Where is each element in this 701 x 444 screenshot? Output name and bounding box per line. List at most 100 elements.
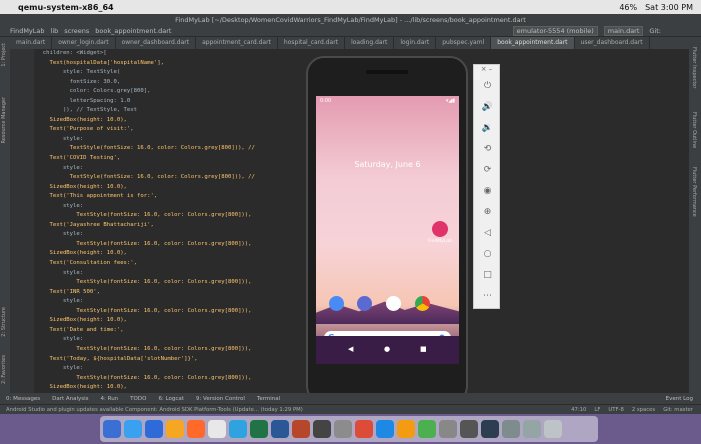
tab-hospital-card[interactable]: hospital_card.dart [278,37,346,49]
device-selector[interactable]: emulator-5554 (mobile) [512,25,598,36]
dock-app-icon[interactable] [460,420,478,438]
dock-app-icon[interactable] [334,420,352,438]
run-config-selector[interactable]: main.dart [603,25,644,36]
tab-owner-dashboard[interactable]: owner_dashboard.dart [116,37,197,49]
findmylab-app-icon[interactable] [432,221,448,237]
tab-pubspec[interactable]: pubspec.yaml [436,37,492,49]
code-line[interactable]: Text('This appointment is for:', [36,192,336,202]
nav-lib[interactable]: lib [51,27,59,35]
dock-app-icon[interactable] [439,420,457,438]
volume-up-icon[interactable]: 🔊 [474,96,501,117]
code-line[interactable]: TextStyle(fontSize: 16.0, color: Colors.… [36,173,336,183]
rotate-left-icon[interactable]: ⟲ [474,138,501,159]
tab-loading[interactable]: loading.dart [345,37,395,49]
dock-app-icon[interactable] [355,420,373,438]
code-line[interactable]: Text('Consultation fees:', [36,259,336,269]
git-branch[interactable]: Git: master [663,407,693,413]
overview-icon[interactable]: ■ [420,345,427,353]
tool-version-control[interactable]: 9: Version Control [196,396,245,402]
code-line[interactable]: TextStyle(fontSize: 16.0, color: Colors.… [36,240,336,250]
back-triangle-icon[interactable]: ◁ [474,222,501,243]
code-line[interactable]: TextStyle(fontSize: 16.0, color: Colors.… [36,307,336,317]
dock-app-icon[interactable] [187,420,205,438]
power-icon[interactable]: ⏻ [474,75,501,96]
dock-app-icon[interactable] [418,420,436,438]
nav-project[interactable]: FindMyLab [10,27,45,35]
code-line[interactable]: TextStyle(fontSize: 16.0, color: Colors.… [36,374,336,384]
code-line[interactable]: SizedBox(height: 10.0), [36,116,336,126]
volume-down-icon[interactable]: 🔉 [474,117,501,138]
dock-app-icon[interactable] [271,420,289,438]
tool-flutter-inspector[interactable]: Flutter Inspector [691,47,697,88]
dock-app-icon[interactable] [103,420,121,438]
dock-app-icon[interactable] [250,420,268,438]
status-message[interactable]: Android Studio and plugin updates availa… [6,407,303,413]
nav-file[interactable]: book_appointment.dart [95,27,171,35]
dock-app-icon[interactable] [502,420,520,438]
tab-user-dashboard[interactable]: user_dashboard.dart [575,37,650,49]
more-icon[interactable]: ⋯ [474,285,501,306]
tab-book-appointment[interactable]: book_appointment.dart [491,37,575,49]
phone-app-icon[interactable] [329,296,344,311]
code-line[interactable]: Text('Today, ${hospitalData['slotNumber'… [36,355,336,365]
active-app-name[interactable]: qemu-system-x86_64 [18,3,114,12]
dock-app-icon[interactable] [292,420,310,438]
code-line[interactable]: SizedBox(height: 10.0), [36,249,336,259]
code-line[interactable]: Text('Date and time:', [36,326,336,336]
code-line[interactable]: TextStyle(fontSize: 16.0, color: Colors.… [36,278,336,288]
code-line[interactable]: style: TextStyle( [36,68,336,78]
home-circle-icon[interactable]: ○ [474,243,501,264]
rotate-right-icon[interactable]: ⟳ [474,159,501,180]
indent-setting[interactable]: 2 spaces [632,407,655,413]
code-line[interactable]: Text('Jayashree Bhattachariji', [36,221,336,231]
back-icon[interactable]: ◀ [348,345,353,353]
code-line[interactable]: )), // TextStyle, Text [36,106,336,116]
home-icon[interactable]: ● [384,345,390,353]
code-line[interactable]: TextStyle(fontSize: 16.0, color: Colors.… [36,345,336,355]
code-line[interactable]: style: [36,164,336,174]
tool-messages[interactable]: 0: Messages [6,396,40,402]
code-line[interactable]: Text('Purpose of visit:', [36,125,336,135]
code-line[interactable]: style: [36,269,336,279]
dock-app-icon[interactable] [229,420,247,438]
tool-flutter-performance[interactable]: Flutter Performance [691,167,697,217]
zoom-icon[interactable]: ⊕ [474,201,501,222]
tool-event-log[interactable]: Event Log [666,396,701,402]
code-line[interactable]: children: <Widget>[ [36,49,336,59]
tool-todo[interactable]: TODO [130,396,146,402]
file-encoding[interactable]: UTF-8 [608,407,623,413]
code-line[interactable]: style: [36,202,336,212]
code-line[interactable]: SizedBox(height: 10.0), [36,183,336,193]
overview-square-icon[interactable]: □ [474,264,501,285]
tool-resource-manager[interactable]: Resource Manager [1,97,7,143]
tab-appointment-card[interactable]: appointment_card.dart [196,37,278,49]
tool-project[interactable]: 1: Project [1,43,7,67]
dock-app-icon[interactable] [376,420,394,438]
code-editor[interactable]: children: <Widget>[ Text(hospitalData['h… [36,49,336,393]
clock[interactable]: Sat 3:00 PM [645,3,693,12]
tab-main[interactable]: main.dart [10,37,53,49]
code-line[interactable]: color: Colors.grey[800], [36,87,336,97]
messages-app-icon[interactable] [357,296,372,311]
dock-app-icon[interactable] [124,420,142,438]
dock-app-icon[interactable] [397,420,415,438]
code-line[interactable]: TextStyle(fontSize: 16.0, color: Colors.… [36,211,336,221]
tool-favorites[interactable]: 2: Favorites [1,355,7,384]
code-line[interactable]: style: [36,230,336,240]
close-icon[interactable]: × – [474,65,499,75]
battery-status[interactable]: 46% [619,3,637,12]
tool-logcat[interactable]: 6: Logcat [158,396,183,402]
code-line[interactable]: style: [36,335,336,345]
chrome-icon[interactable] [415,296,430,311]
code-line[interactable]: Text('COVID Testing', [36,154,336,164]
dock-app-icon[interactable] [166,420,184,438]
code-line[interactable]: SizedBox(height: 10.0), [36,383,336,393]
tool-run[interactable]: 4: Run [101,396,119,402]
dock-app-icon[interactable] [313,420,331,438]
play-store-icon[interactable] [386,296,401,311]
dock-app-icon[interactable] [145,420,163,438]
code-line[interactable]: letterSpacing: 1.0 [36,97,336,107]
dock-app-icon[interactable] [481,420,499,438]
code-line[interactable]: fontSize: 30.0, [36,78,336,88]
tool-flutter-outline[interactable]: Flutter Outline [691,112,697,148]
